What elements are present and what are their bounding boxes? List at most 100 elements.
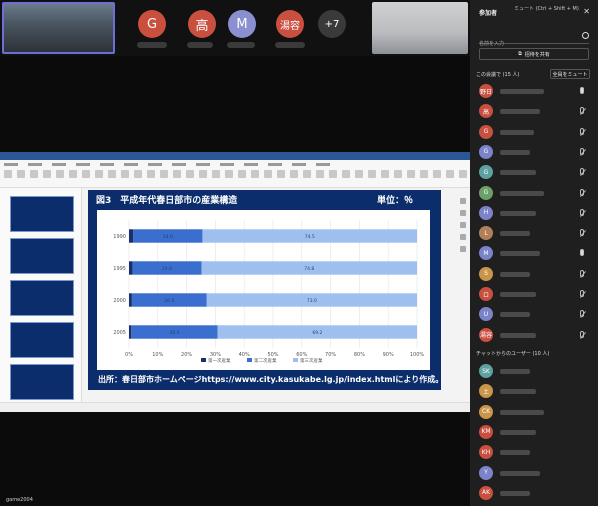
microphone-muted-icon[interactable]: [580, 107, 584, 115]
microphone-muted-icon[interactable]: [580, 127, 584, 135]
search-icon[interactable]: [582, 32, 589, 39]
chat-user-row[interactable]: KH: [476, 443, 594, 461]
ribbon-tool-icon[interactable]: [459, 170, 467, 178]
ribbon-tab[interactable]: [28, 163, 42, 166]
participant-row[interactable]: 高: [476, 102, 594, 120]
microphone-muted-icon[interactable]: [580, 310, 584, 318]
share-invite-button[interactable]: ⧉ 招待を共有: [479, 48, 589, 60]
chat-user-row[interactable]: Y: [476, 464, 594, 482]
ribbon-tool-icon[interactable]: [173, 170, 181, 178]
microphone-icon[interactable]: [580, 87, 584, 94]
ribbon-tool-icon[interactable]: [342, 170, 350, 178]
participant-row[interactable]: G: [476, 123, 594, 141]
tool-icon[interactable]: [460, 198, 466, 204]
microphone-muted-icon[interactable]: [580, 269, 584, 277]
participant-row[interactable]: 湯容: [476, 326, 594, 344]
ribbon-tab[interactable]: [316, 163, 330, 166]
ribbon-tool-icon[interactable]: [30, 170, 38, 178]
ribbon-tab[interactable]: [148, 163, 162, 166]
ribbon-tab[interactable]: [196, 163, 210, 166]
ribbon-tool-icon[interactable]: [355, 170, 363, 178]
chat-user-row[interactable]: 土: [476, 382, 594, 400]
chat-users-section-header[interactable]: チャットからのユーザー (10 人): [476, 350, 549, 357]
ribbon-tool-icon[interactable]: [95, 170, 103, 178]
ribbon-tool-icon[interactable]: [329, 170, 337, 178]
ribbon-tool-icon[interactable]: [368, 170, 376, 178]
participant-row[interactable]: ロ: [476, 285, 594, 303]
participant-row[interactable]: L: [476, 224, 594, 242]
ribbon-tool-icon[interactable]: [420, 170, 428, 178]
ribbon-tool-icon[interactable]: [17, 170, 25, 178]
ribbon-tool-icon[interactable]: [394, 170, 402, 178]
ribbon-tab[interactable]: [268, 163, 282, 166]
participant-row[interactable]: G: [476, 184, 594, 202]
ribbon-tab[interactable]: [100, 163, 114, 166]
in-meeting-section-header[interactable]: この会議で (15 人): [476, 71, 519, 78]
participant-row[interactable]: G: [476, 143, 594, 161]
chat-user-row[interactable]: CK: [476, 403, 594, 421]
ribbon-tool-icon[interactable]: [160, 170, 168, 178]
mute-all-button[interactable]: 全員をミュート: [550, 69, 590, 79]
microphone-muted-icon[interactable]: [580, 330, 584, 338]
ribbon-tool-icon[interactable]: [290, 170, 298, 178]
ribbon-tool-icon[interactable]: [108, 170, 116, 178]
participant-row[interactable]: U: [476, 305, 594, 323]
ribbon-tool-icon[interactable]: [69, 170, 77, 178]
microphone-muted-icon[interactable]: [580, 168, 584, 176]
ribbon-tab[interactable]: [76, 163, 90, 166]
ribbon-tool-icon[interactable]: [303, 170, 311, 178]
ribbon-tab[interactable]: [52, 163, 66, 166]
participant-row[interactable]: G: [476, 163, 594, 181]
chat-user-row[interactable]: AK: [476, 484, 594, 502]
participant-row[interactable]: 野日: [476, 82, 594, 100]
chat-user-row[interactable]: KM: [476, 423, 594, 441]
ribbon-tool-icon[interactable]: [199, 170, 207, 178]
participant-avatar[interactable]: +7: [318, 10, 346, 38]
ribbon-tool-icon[interactable]: [186, 170, 194, 178]
ribbon-tool-icon[interactable]: [147, 170, 155, 178]
participant-avatar[interactable]: M: [228, 10, 256, 38]
ribbon-tool-icon[interactable]: [43, 170, 51, 178]
ribbon-tab[interactable]: [124, 163, 138, 166]
ribbon-tool-icon[interactable]: [121, 170, 129, 178]
microphone-muted-icon[interactable]: [580, 290, 584, 297]
ribbon-tool-icon[interactable]: [251, 170, 259, 178]
ribbon-tool-icon[interactable]: [212, 170, 220, 178]
remote-video-tile[interactable]: [372, 2, 468, 54]
ribbon-tool-icon[interactable]: [433, 170, 441, 178]
self-video-tile[interactable]: [2, 2, 115, 54]
participant-avatar[interactable]: 高: [188, 10, 216, 38]
ribbon-tool-icon[interactable]: [277, 170, 285, 178]
ribbon-tool-icon[interactable]: [4, 170, 12, 178]
ribbon-tool-icon[interactable]: [134, 170, 142, 178]
participant-row[interactable]: M: [476, 244, 594, 262]
ribbon-tab[interactable]: [292, 163, 306, 166]
ribbon-tool-icon[interactable]: [381, 170, 389, 178]
participant-avatar[interactable]: 湯容: [276, 10, 304, 38]
ribbon-tab[interactable]: [4, 163, 18, 166]
participant-row[interactable]: S: [476, 265, 594, 283]
ribbon-tool-icon[interactable]: [407, 170, 415, 178]
chat-user-row[interactable]: SK: [476, 362, 594, 380]
tool-icon[interactable]: [460, 222, 466, 228]
participant-avatar[interactable]: G: [138, 10, 166, 38]
tool-icon[interactable]: [460, 210, 466, 216]
tool-icon[interactable]: [460, 234, 466, 240]
ribbon-tool-icon[interactable]: [316, 170, 324, 178]
ribbon-tool-icon[interactable]: [82, 170, 90, 178]
microphone-muted-icon[interactable]: [580, 147, 584, 155]
tool-icon[interactable]: [460, 246, 466, 252]
microphone-muted-icon[interactable]: [580, 188, 584, 196]
ribbon-tab[interactable]: [220, 163, 234, 166]
ribbon-tab[interactable]: [244, 163, 258, 166]
microphone-icon[interactable]: [580, 249, 584, 257]
participant-row[interactable]: H: [476, 204, 594, 222]
ribbon-tool-icon[interactable]: [238, 170, 246, 178]
ribbon-tab[interactable]: [172, 163, 186, 166]
ribbon-tool-icon[interactable]: [264, 170, 272, 178]
close-icon[interactable]: ✕: [583, 7, 590, 16]
microphone-muted-icon[interactable]: [580, 208, 584, 216]
microphone-muted-icon[interactable]: [580, 229, 584, 237]
ribbon-tool-icon[interactable]: [446, 170, 454, 178]
ribbon-tool-icon[interactable]: [56, 170, 64, 178]
